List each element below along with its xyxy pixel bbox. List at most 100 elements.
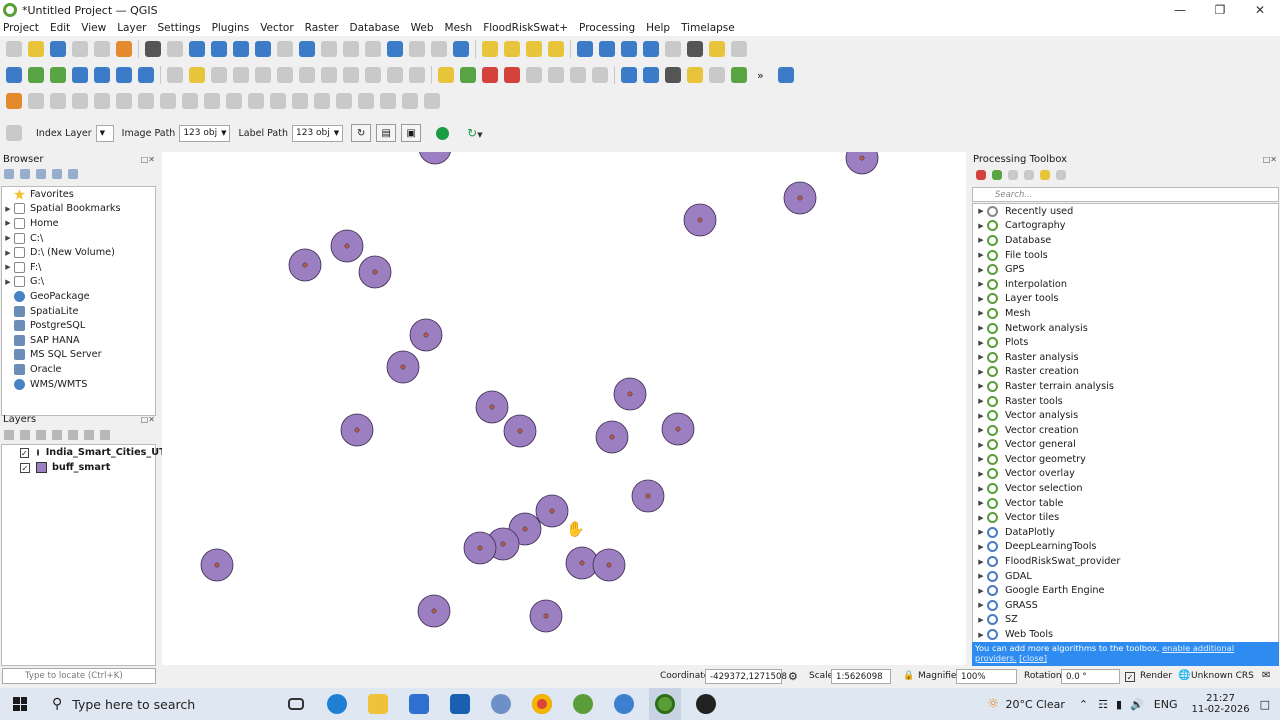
- gps-icon[interactable]: [665, 67, 681, 83]
- buffer-feature[interactable]: [475, 390, 509, 424]
- toolbox-provider-item[interactable]: ▶ File tools: [973, 248, 1278, 263]
- browser-item[interactable]: SpatiaLite: [2, 304, 155, 319]
- buffer-feature[interactable]: [330, 229, 364, 263]
- history-icon[interactable]: [1008, 170, 1018, 180]
- layout-manager-icon[interactable]: [94, 41, 110, 57]
- toolbox-provider-item[interactable]: ▶ FloodRiskSwat_provider: [973, 554, 1278, 569]
- filter-legend-icon[interactable]: [52, 430, 62, 440]
- city-point[interactable]: [522, 526, 528, 532]
- filter-icon[interactable]: [36, 169, 46, 179]
- city-point[interactable]: [477, 545, 483, 551]
- browser-item[interactable]: ▶ Home: [2, 216, 155, 231]
- new-project-icon[interactable]: [6, 41, 22, 57]
- city-point[interactable]: [859, 155, 865, 161]
- pan-icon[interactable]: [145, 41, 161, 57]
- paste-features-icon[interactable]: [365, 67, 381, 83]
- buffer-feature[interactable]: [683, 203, 717, 237]
- toolbox-provider-item[interactable]: ▶ Mesh: [973, 306, 1278, 321]
- toolbox-provider-item[interactable]: ▶ Interpolation: [973, 277, 1278, 292]
- refresh-button[interactable]: ↻: [351, 124, 372, 142]
- split-parts-icon[interactable]: [292, 93, 308, 109]
- toolbox-provider-item[interactable]: ▶ Raster creation: [973, 365, 1278, 380]
- city-point[interactable]: [627, 391, 633, 397]
- zoom-in-icon[interactable]: [189, 41, 205, 57]
- browser-item[interactable]: PostgreSQL: [2, 318, 155, 333]
- tip-close-link[interactable]: [close]: [1019, 653, 1047, 663]
- add-mesh-layer-icon[interactable]: [94, 67, 110, 83]
- menu-plugins[interactable]: Plugins: [212, 22, 250, 34]
- identify-features-icon[interactable]: [482, 41, 498, 57]
- city-point[interactable]: [675, 426, 681, 432]
- open-field-calculator-icon[interactable]: [665, 41, 681, 57]
- preview-button[interactable]: ▣: [401, 124, 422, 142]
- map-tips-icon[interactable]: [709, 41, 725, 57]
- collapse-all-icon[interactable]: [52, 169, 62, 179]
- database-query-icon[interactable]: [621, 67, 637, 83]
- plugin-green-icon[interactable]: [731, 67, 747, 83]
- map-features[interactable]: ✋: [162, 152, 966, 665]
- delete-selected-icon[interactable]: [299, 67, 315, 83]
- pan-to-selection-icon[interactable]: [167, 41, 183, 57]
- qgis-desktop-icon[interactable]: [567, 688, 599, 720]
- refresh-icon[interactable]: [20, 169, 30, 179]
- style-manager-icon[interactable]: [116, 41, 132, 57]
- expand-arrow-icon[interactable]: ▶: [975, 543, 987, 551]
- zoom-to-layer-icon[interactable]: [277, 41, 293, 57]
- add-group-icon[interactable]: [20, 430, 30, 440]
- statistics-icon[interactable]: [643, 41, 659, 57]
- expand-arrow-icon[interactable]: ▶: [975, 295, 987, 303]
- vertex-tool-icon[interactable]: [255, 67, 271, 83]
- expand-arrow-icon[interactable]: ▶: [975, 514, 987, 522]
- data-source-manager-icon[interactable]: [6, 67, 22, 83]
- rotation-spinbox[interactable]: 0.0 °: [1061, 669, 1120, 684]
- collapse-all-icon[interactable]: [84, 430, 94, 440]
- copy-features-icon[interactable]: [343, 67, 359, 83]
- menu-settings[interactable]: Settings: [157, 22, 200, 34]
- city-point[interactable]: [549, 508, 555, 514]
- buffer-feature[interactable]: [358, 255, 392, 289]
- expand-arrow-icon[interactable]: ▶: [975, 397, 987, 405]
- zoom-next-icon[interactable]: [343, 41, 359, 57]
- toolbox-provider-item[interactable]: ▶ Layer tools: [973, 292, 1278, 307]
- buffer-feature[interactable]: [535, 494, 569, 528]
- trim-extend-icon[interactable]: [402, 93, 418, 109]
- toolbox-provider-item[interactable]: ▶ Vector general: [973, 438, 1278, 453]
- menu-floodriskswat[interactable]: FloodRiskSwat+: [483, 22, 568, 34]
- toolbox-provider-item[interactable]: ▶ DataPlotly: [973, 525, 1278, 540]
- show-bookmarks-icon[interactable]: [409, 41, 425, 57]
- expand-arrow-icon[interactable]: ▶: [975, 528, 987, 536]
- add-part-icon[interactable]: [160, 93, 176, 109]
- expand-arrow-icon[interactable]: ▶: [2, 234, 14, 242]
- city-point[interactable]: [500, 541, 506, 547]
- expand-arrow-icon[interactable]: ▶: [2, 278, 14, 286]
- remove-layer-icon[interactable]: [100, 430, 110, 440]
- language-indicator[interactable]: ENG: [1154, 698, 1178, 711]
- expand-arrow-icon[interactable]: ▶: [975, 587, 987, 595]
- scripts-icon[interactable]: [992, 170, 1002, 180]
- city-point[interactable]: [543, 613, 549, 619]
- layer-row[interactable]: ✓ buff_smart: [2, 460, 155, 475]
- expand-arrow-icon[interactable]: ▶: [975, 207, 987, 215]
- digitize-line-icon[interactable]: [28, 93, 44, 109]
- buffer-feature[interactable]: [419, 152, 451, 165]
- expand-arrow-icon[interactable]: ▶: [975, 266, 987, 274]
- browser-item[interactable]: ▶ G:\: [2, 275, 155, 290]
- buffer-feature[interactable]: [288, 248, 322, 282]
- browser-item[interactable]: GeoPackage: [2, 289, 155, 304]
- menu-view[interactable]: View: [81, 22, 106, 34]
- browser-item[interactable]: ▶ Spatial Bookmarks: [2, 202, 155, 217]
- add-selected-icon[interactable]: [4, 169, 14, 179]
- toggle-editing-icon[interactable]: [189, 67, 205, 83]
- fill-ring-icon[interactable]: [182, 93, 198, 109]
- menu-processing[interactable]: Processing: [579, 22, 635, 34]
- tray-chevron-icon[interactable]: ⌃: [1079, 698, 1088, 711]
- toolbox-provider-item[interactable]: ▶ DeepLearningTools: [973, 540, 1278, 555]
- python-console-icon[interactable]: [687, 67, 703, 83]
- expand-arrow-icon[interactable]: ▶: [2, 249, 14, 257]
- options-icon[interactable]: [1056, 170, 1066, 180]
- menu-vector[interactable]: Vector: [260, 22, 293, 34]
- expand-arrow-icon[interactable]: ▶: [975, 309, 987, 317]
- index-layer-combo[interactable]: ▼: [95, 124, 114, 142]
- db-manager-icon[interactable]: [643, 67, 659, 83]
- layer-row[interactable]: ✓ India_Smart_Cities_UT: [2, 445, 166, 460]
